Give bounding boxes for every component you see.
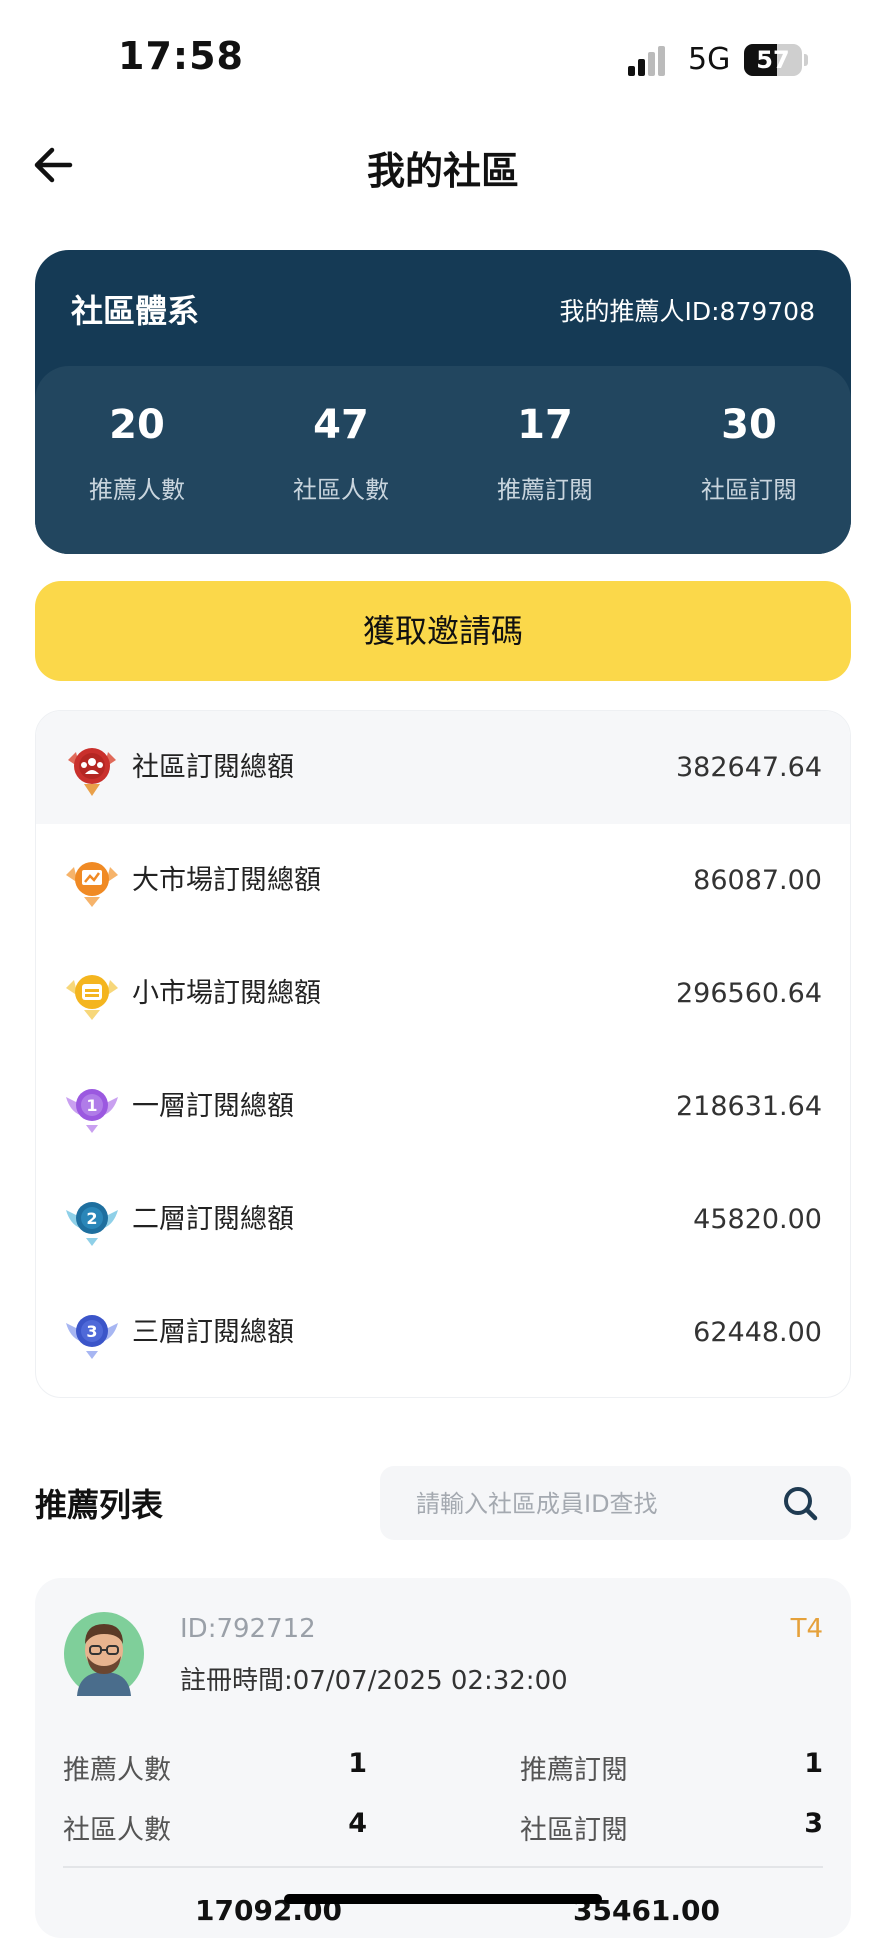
stat-community-subscriptions: 30 社區訂閱 <box>647 402 851 505</box>
svg-text:2: 2 <box>86 1209 97 1228</box>
total-label: 大市場訂閱總額 <box>132 865 321 896</box>
referrer-id: 我的推薦人ID:879708 <box>559 297 815 326</box>
battery-level: 57 <box>756 46 790 74</box>
total-row-big-market: 大市場訂閱總額 86087.00 <box>36 824 850 937</box>
battery-icon: 57 <box>744 44 802 76</box>
total-label: 三層訂閱總額 <box>132 1317 294 1348</box>
status-time: 17:58 <box>118 34 244 78</box>
total-label: 一層訂閱總額 <box>132 1091 294 1122</box>
stat-referral-subscriptions: 17 推薦訂閱 <box>443 402 647 505</box>
stat-label: 社區訂閱 <box>701 476 797 504</box>
home-indicator <box>284 1894 602 1904</box>
get-invite-code-button[interactable]: 獲取邀請碼 <box>35 581 851 681</box>
member-search-input[interactable] <box>414 1466 778 1542</box>
total-value: 45820.00 <box>693 1204 822 1235</box>
total-label: 小市場訂閱總額 <box>132 978 321 1009</box>
chart-badge-icon <box>66 862 118 907</box>
member-search-box <box>380 1466 851 1542</box>
member-stat-value: 3 <box>804 1808 823 1839</box>
member-stat-value: 1 <box>804 1748 823 1779</box>
page-title: 我的社區 <box>366 149 519 193</box>
stat-label: 推薦人數 <box>89 476 185 504</box>
svg-text:3: 3 <box>86 1322 97 1341</box>
status-bar: 17:58 5G 57 <box>0 0 886 120</box>
people-badge-icon <box>68 748 116 796</box>
community-title: 社區體系 <box>71 292 200 330</box>
avatar <box>64 1612 144 1696</box>
search-icon[interactable] <box>781 1484 821 1524</box>
total-value: 62448.00 <box>693 1317 822 1348</box>
total-value: 86087.00 <box>693 865 822 896</box>
total-label: 社區訂閱總額 <box>132 752 294 783</box>
stat-referral-count: 20 推薦人數 <box>35 402 239 505</box>
stat-label: 社區人數 <box>293 476 389 504</box>
svg-text:1: 1 <box>86 1096 97 1115</box>
total-value: 218631.64 <box>675 1091 822 1122</box>
divider <box>63 1866 823 1868</box>
referral-member-card[interactable]: ID:792712 T4 註冊時間:07/07/2025 02:32:00 推薦… <box>35 1578 851 1938</box>
stat-value: 30 <box>721 402 777 448</box>
total-label: 二層訂閱總額 <box>132 1204 294 1235</box>
level-1-badge-icon: 1 <box>66 1089 118 1133</box>
member-registered-time: 註冊時間:07/07/2025 02:32:00 <box>180 1666 568 1696</box>
market-badge-icon <box>66 975 118 1020</box>
member-stat-label: 社區人數 <box>63 1815 171 1846</box>
total-value: 296560.64 <box>675 978 822 1009</box>
total-value: 382647.64 <box>675 752 822 783</box>
total-row-small-market: 小市場訂閱總額 296560.64 <box>36 937 850 1050</box>
community-summary-card: 社區體系 我的推薦人ID:879708 20 推薦人數 47 社區人數 17 推… <box>35 250 851 554</box>
member-stat-value: 1 <box>348 1748 367 1779</box>
stat-value: 17 <box>517 402 573 448</box>
member-id: ID:792712 <box>180 1614 316 1644</box>
total-row-community: 社區訂閱總額 382647.64 <box>36 711 850 824</box>
member-stat-label: 推薦人數 <box>63 1755 171 1786</box>
total-row-level-3: 3 三層訂閱總額 62448.00 <box>36 1276 850 1389</box>
stat-label: 推薦訂閱 <box>497 476 593 504</box>
member-level-badge: T4 <box>790 1614 823 1644</box>
community-stats: 20 推薦人數 47 社區人數 17 推薦訂閱 30 社區訂閱 <box>35 366 851 554</box>
network-type: 5G <box>688 42 731 77</box>
member-stat-label: 社區訂閱 <box>520 1815 628 1846</box>
member-stat-value: 4 <box>348 1808 367 1839</box>
signal-icon <box>628 46 674 76</box>
referral-list-title: 推薦列表 <box>35 1486 164 1524</box>
stat-community-count: 47 社區人數 <box>239 402 443 505</box>
total-row-level-2: 2 二層訂閱總額 45820.00 <box>36 1163 850 1276</box>
subscription-totals-list: 社區訂閱總額 382647.64 大市場訂閱總額 86087.00 小市場訂閱總… <box>35 710 851 1398</box>
stat-value: 47 <box>313 402 369 448</box>
total-row-level-1: 1 一層訂閱總額 218631.64 <box>36 1050 850 1163</box>
stat-value: 20 <box>109 402 165 448</box>
battery-tip <box>804 54 808 66</box>
level-2-badge-icon: 2 <box>66 1202 118 1246</box>
member-stat-label: 推薦訂閱 <box>520 1755 628 1786</box>
level-3-badge-icon: 3 <box>66 1315 118 1359</box>
